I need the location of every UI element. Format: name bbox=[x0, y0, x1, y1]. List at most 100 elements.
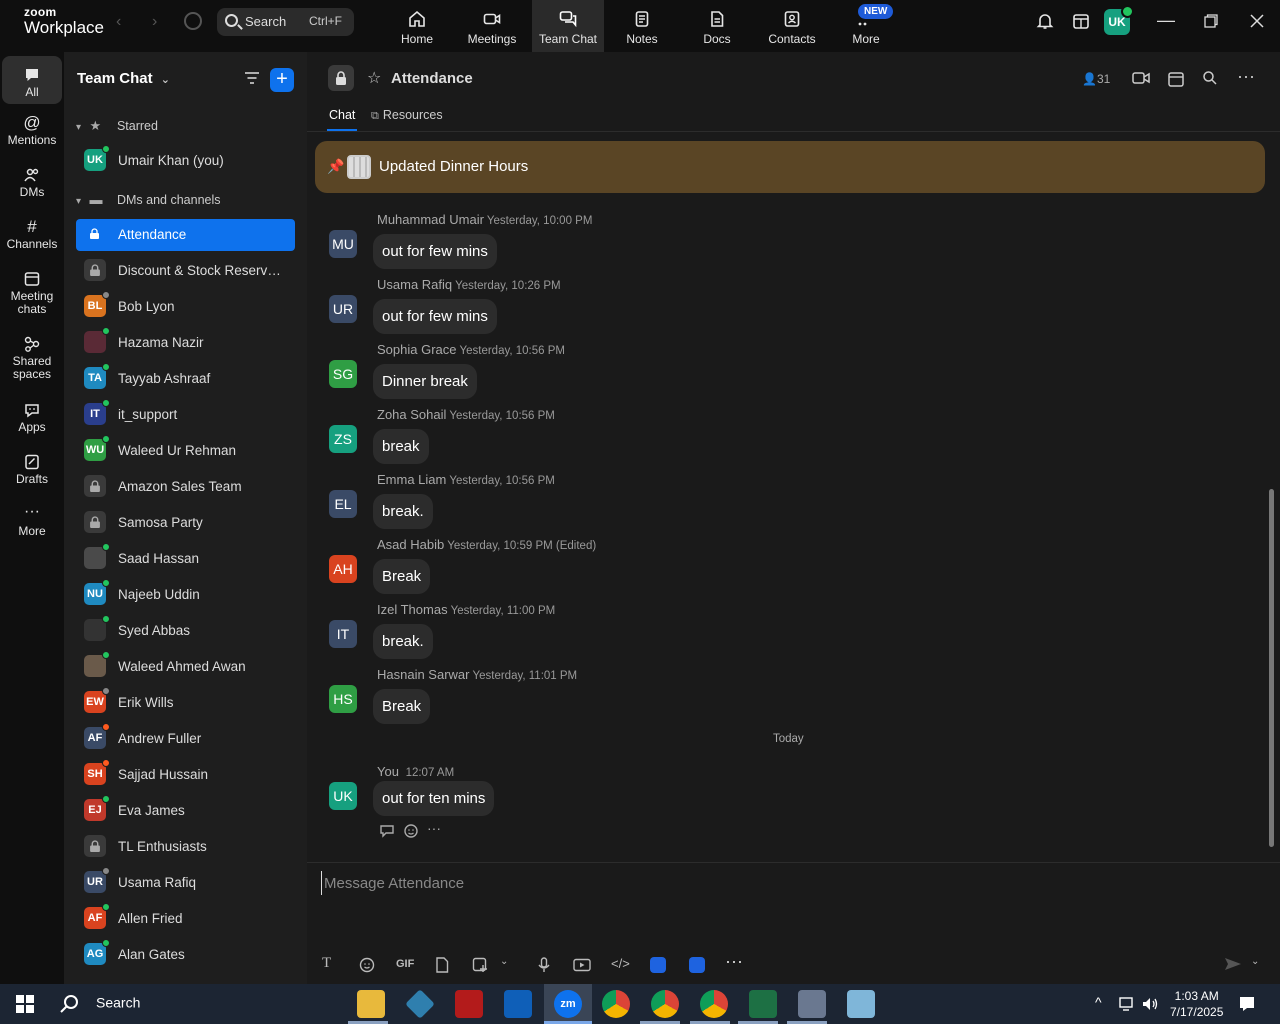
emoji-icon[interactable] bbox=[359, 957, 375, 973]
volume-icon[interactable] bbox=[1142, 996, 1160, 1012]
profile-avatar[interactable]: UK bbox=[1104, 5, 1134, 35]
tab-notes[interactable]: Notes bbox=[606, 0, 678, 52]
dms-channels-section[interactable]: ▾ ▬ DMs and channels bbox=[76, 192, 221, 207]
tab-home[interactable]: Home bbox=[381, 0, 453, 52]
chat-list-item[interactable]: TL Enthusiasts bbox=[76, 831, 295, 863]
more-options-icon[interactable]: ··· bbox=[1237, 66, 1255, 87]
tab-docs[interactable]: Docs bbox=[681, 0, 753, 52]
chat-list-item[interactable]: Waleed Ahmed Awan bbox=[76, 651, 295, 683]
tab-resources[interactable]: ⧉ Resources bbox=[371, 108, 443, 123]
history-icon[interactable] bbox=[184, 12, 202, 30]
chat-list-item[interactable]: IT it_support bbox=[76, 399, 295, 431]
new-chat-button[interactable]: + bbox=[270, 68, 294, 92]
chat-list-item[interactable]: EW Erik Wills bbox=[76, 687, 295, 719]
message-input[interactable] bbox=[321, 871, 1261, 895]
message-bubble[interactable]: out for ten mins bbox=[373, 781, 495, 816]
close-icon[interactable] bbox=[1250, 14, 1264, 28]
rail-all[interactable]: All bbox=[2, 56, 62, 104]
chevron-down-icon[interactable]: ⌄ bbox=[500, 956, 508, 967]
screenshot-icon[interactable] bbox=[472, 957, 488, 973]
chrome-icon[interactable] bbox=[602, 990, 630, 1018]
message-bubble[interactable]: break. bbox=[373, 624, 433, 659]
chat-list-item[interactable]: SH Sajjad Hussain bbox=[76, 759, 295, 791]
search-icon[interactable] bbox=[1202, 70, 1218, 86]
taskbar-search[interactable]: Search bbox=[60, 994, 140, 1014]
more-actions-icon[interactable]: ··· bbox=[427, 820, 441, 836]
outlook-icon[interactable] bbox=[504, 990, 532, 1018]
rail-dms[interactable]: DMs bbox=[2, 166, 62, 199]
app-icon[interactable] bbox=[405, 989, 435, 1019]
bell-icon[interactable] bbox=[1036, 12, 1054, 30]
search-box[interactable]: Search Ctrl+F bbox=[217, 8, 354, 36]
notification-center-icon[interactable] bbox=[1238, 995, 1256, 1013]
video-message-icon[interactable] bbox=[573, 958, 591, 972]
message-bubble[interactable]: break bbox=[373, 429, 429, 464]
message-bubble[interactable]: out for few mins bbox=[373, 299, 497, 334]
minimize-icon[interactable]: — bbox=[1157, 10, 1175, 31]
message-bubble[interactable]: Break bbox=[373, 689, 431, 724]
calendar-icon[interactable] bbox=[1072, 12, 1090, 30]
windows-start-icon[interactable] bbox=[16, 995, 34, 1013]
rail-mentions[interactable]: @ Mentions bbox=[2, 114, 62, 147]
message-bubble[interactable]: Dinner break bbox=[373, 364, 477, 399]
member-count[interactable]: 👤31 bbox=[1082, 72, 1110, 86]
zoom-app-icon[interactable] bbox=[689, 957, 705, 973]
back-arrow-icon[interactable]: ‹ bbox=[116, 13, 121, 31]
message-bubble[interactable]: out for few mins bbox=[373, 234, 497, 269]
network-icon[interactable] bbox=[1118, 996, 1136, 1012]
reply-icon[interactable] bbox=[379, 824, 395, 838]
starred-item-self[interactable]: UK Umair Khan (you) bbox=[76, 145, 295, 177]
tab-contacts[interactable]: Contacts bbox=[756, 0, 828, 52]
pinned-message-banner[interactable]: 📌 Updated Dinner Hours bbox=[315, 141, 1265, 193]
tab-meetings[interactable]: Meetings bbox=[456, 0, 528, 52]
rail-shared-spaces[interactable]: Shared spaces bbox=[2, 335, 62, 381]
starred-section[interactable]: ▾ ★ Starred bbox=[76, 118, 158, 134]
calculator-icon[interactable] bbox=[798, 990, 826, 1018]
format-text-icon[interactable]: T bbox=[322, 955, 331, 972]
excel-icon[interactable] bbox=[749, 990, 777, 1018]
tab-team-chat[interactable]: Team Chat bbox=[532, 0, 604, 52]
chat-list-item[interactable]: AF Andrew Fuller bbox=[76, 723, 295, 755]
chat-list-item[interactable]: NU Najeeb Uddin bbox=[76, 579, 295, 611]
message-bubble[interactable]: Break bbox=[373, 559, 431, 594]
filter-icon[interactable] bbox=[244, 70, 260, 86]
rail-channels[interactable]: # Channels bbox=[2, 218, 62, 251]
code-snippet-icon[interactable]: </> bbox=[611, 956, 630, 971]
chat-list-item[interactable]: Hazama Nazir bbox=[76, 327, 295, 359]
rail-more[interactable]: ··· More bbox=[2, 504, 62, 538]
send-icon[interactable] bbox=[1224, 956, 1242, 972]
chat-list-item[interactable]: AF Allen Fried bbox=[76, 903, 295, 935]
scrollbar-thumb[interactable] bbox=[1269, 489, 1274, 847]
app-integration-icon[interactable] bbox=[650, 957, 666, 973]
rail-apps[interactable]: Apps bbox=[2, 401, 62, 434]
channel-title[interactable]: Attendance bbox=[391, 70, 473, 87]
file-icon[interactable] bbox=[435, 957, 449, 973]
tab-chat[interactable]: Chat bbox=[326, 108, 358, 131]
chat-list-item[interactable]: Samosa Party bbox=[76, 507, 295, 539]
star-outline-icon[interactable]: ☆ bbox=[367, 68, 381, 88]
taskbar-clock[interactable]: 1:03 AM 7/17/2025 bbox=[1170, 988, 1223, 1020]
video-call-icon[interactable] bbox=[1132, 70, 1150, 86]
chat-list-item[interactable]: Discount & Stock Reservati... bbox=[76, 255, 295, 287]
restore-icon[interactable] bbox=[1204, 14, 1218, 28]
microphone-icon[interactable] bbox=[538, 957, 550, 973]
calendar-icon[interactable] bbox=[1167, 70, 1185, 88]
chrome-icon[interactable] bbox=[700, 990, 728, 1018]
message-bubble[interactable]: break. bbox=[373, 494, 433, 529]
send-options-chevron-icon[interactable]: ⌄ bbox=[1251, 956, 1259, 967]
chat-list-item[interactable]: Syed Abbas bbox=[76, 615, 295, 647]
chat-list-item[interactable]: AG Alan Gates bbox=[76, 939, 295, 971]
chat-list-item[interactable]: Saad Hassan bbox=[76, 543, 295, 575]
rail-drafts[interactable]: Drafts bbox=[2, 453, 62, 486]
chat-list-item[interactable]: Amazon Sales Team bbox=[76, 471, 295, 503]
chrome-icon[interactable] bbox=[651, 990, 679, 1018]
emoji-icon[interactable] bbox=[403, 823, 419, 839]
chat-list-item[interactable]: Attendance bbox=[76, 219, 295, 251]
forward-arrow-icon[interactable]: › bbox=[152, 13, 157, 31]
chat-list-item[interactable]: WU Waleed Ur Rehman bbox=[76, 435, 295, 467]
rail-meeting-chats[interactable]: Meeting chats bbox=[2, 270, 62, 316]
chat-list-item[interactable]: BL Bob Lyon bbox=[76, 291, 295, 323]
file-explorer-icon[interactable] bbox=[357, 990, 385, 1018]
filezilla-icon[interactable] bbox=[455, 990, 483, 1018]
chat-list-item[interactable]: TA Tayyab Ashraaf bbox=[76, 363, 295, 395]
